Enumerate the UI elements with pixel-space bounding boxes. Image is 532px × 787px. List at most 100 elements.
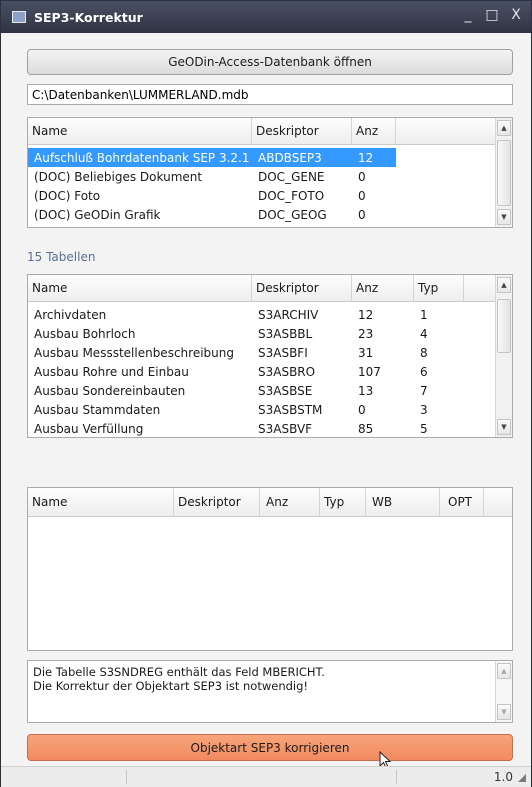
table-row[interactable]: Archivdaten S3ARCHIV 12 1 [28,305,512,324]
column-header-deskriptor[interactable]: Deskriptor [174,488,260,516]
version-label: 1.0 [493,770,513,784]
window-controls: _ □ X [461,7,523,23]
table-row[interactable]: Ausbau Sondereinbauten S3ASBSE 13 7 [28,381,512,400]
fix-object-type-button[interactable]: Objektart SEP3 korrigieren [27,734,513,761]
cell-deskriptor: S3ASBRO [258,364,316,379]
cell-typ: 6 [420,364,428,379]
table-row[interactable]: (DOC) Foto DOC_FOTO 0 [28,186,512,205]
table-row[interactable]: Ausbau Stammdaten S3ASBSTM 0 3 [28,400,512,419]
table-row[interactable]: Aufschluß Bohrdatenbank SEP 3.2.1 ABDBSE… [28,148,396,167]
table-row[interactable]: (DOC) Beliebiges Dokument DOC_GENE 0 [28,167,512,186]
cell-deskriptor: S3ARCHIV [258,307,319,322]
cell-anz: 0 [358,169,366,184]
maximize-icon[interactable]: □ [485,7,499,23]
message-box[interactable]: Die Tabelle S3SNDREG enthält das Feld MB… [27,660,513,723]
cell-anz: 0 [358,207,366,222]
cell-name: Aufschluß Bohrdatenbank SEP 3.2.1 [34,150,250,165]
cell-deskriptor: S3ASBFI [258,345,308,360]
cell-deskriptor: S3ASBSE [258,383,313,398]
fields-grid-header: Name Deskriptor Anz Typ WB OPT [28,488,512,517]
resize-grip-icon[interactable] [518,774,526,782]
scroll-down-icon[interactable]: ▼ [497,209,511,225]
tables-count-label: 15 Tabellen [27,250,96,264]
column-header-anz[interactable]: Anz [260,488,320,516]
cell-deskriptor: DOC_GENE [258,169,325,184]
cell-typ: 5 [420,421,428,436]
cell-name: (DOC) GeODin Grafik [34,207,161,222]
cell-anz: 13 [358,383,374,398]
scroll-up-icon[interactable]: ▲ [497,663,511,679]
cell-typ: 8 [420,345,428,360]
status-separator [126,770,127,784]
column-header-blank [396,118,494,144]
column-header-typ[interactable]: Typ [414,275,464,301]
cell-anz: 0 [358,402,366,417]
column-header-deskriptor[interactable]: Deskriptor [252,118,352,144]
table-row[interactable]: Ausbau Rohre und Einbau S3ASBRO 107 6 [28,362,512,381]
fields-grid[interactable]: Name Deskriptor Anz Typ WB OPT [27,487,513,651]
cell-deskriptor: S3ASBBL [258,326,313,341]
cell-deskriptor: DOC_GEOG [258,207,327,222]
cell-anz: 0 [358,188,366,203]
minimize-icon[interactable]: _ [461,7,475,23]
cell-anz: 85 [358,421,374,436]
status-bar: 1.0 [1,766,531,787]
table-row[interactable]: (DOC) GeODin Grafik DOC_GEOG 0 [28,205,512,224]
column-header-name[interactable]: Name [28,275,252,301]
cell-anz: 31 [358,345,374,360]
table-row[interactable]: Ausbau Verfüllung S3ASBVF 85 5 [28,419,512,437]
cell-name: (DOC) Beliebiges Dokument [34,169,203,184]
objects-grid[interactable]: Name Deskriptor Anz Aufschluß Bohrdatenb… [27,117,513,228]
tables-grid-header: Name Deskriptor Anz Typ [28,275,512,302]
cell-name: Ausbau Stammdaten [34,402,161,417]
cell-anz: 107 [358,364,381,379]
cell-typ: 4 [420,326,428,341]
objects-grid-rows: Aufschluß Bohrdatenbank SEP 3.2.1 ABDBSE… [28,145,512,224]
cell-name: Archivdaten [34,307,107,322]
title-bar[interactable]: SEP3-Korrektur _ □ X [1,1,531,33]
table-row[interactable]: Ausbau Messstellenbeschreibung S3ASBFI 3… [28,343,512,362]
column-header-deskriptor[interactable]: Deskriptor [252,275,352,301]
cell-name: Ausbau Bohrloch [34,326,136,341]
scroll-down-icon[interactable]: ▼ [497,704,511,720]
cell-name: (DOC) Foto [34,188,101,203]
column-header-name[interactable]: Name [28,488,174,516]
cell-name: Ausbau Rohre und Einbau [34,364,189,379]
cell-typ: 3 [420,402,428,417]
column-header-typ[interactable]: Typ [320,488,366,516]
cell-deskriptor: S3ASBSTM [258,402,323,417]
column-header-opt[interactable]: OPT [440,488,484,516]
message-line: Die Tabelle S3SNDREG enthält das Feld MB… [33,665,325,679]
objects-grid-scrollbar[interactable]: ▲ ▼ [495,118,512,227]
tables-grid-scrollbar[interactable]: ▲ ▼ [495,275,512,437]
objects-grid-header: Name Deskriptor Anz [28,118,512,145]
cell-name: Ausbau Messstellenbeschreibung [34,345,234,360]
cell-deskriptor: S3ASBVF [258,421,313,436]
main-window: SEP3-Korrektur _ □ X GeODin-Access-Daten… [0,0,532,787]
cell-anz: 12 [358,150,374,165]
table-row[interactable]: Ausbau Bohrloch S3ASBBL 23 4 [28,324,512,343]
app-icon [12,11,26,23]
column-header-blank [464,275,494,301]
scroll-thumb[interactable] [497,299,511,353]
cell-deskriptor: DOC_FOTO [258,188,325,203]
scroll-up-icon[interactable]: ▲ [497,277,511,293]
scroll-thumb[interactable] [497,140,511,206]
message-line: Die Korrektur der Objektart SEP3 ist not… [33,679,309,693]
column-header-wb[interactable]: WB [366,488,440,516]
database-path-field[interactable] [27,84,513,105]
cell-anz: 12 [358,307,374,322]
open-database-button[interactable]: GeODin-Access-Datenbank öffnen [27,49,513,75]
cell-name: Ausbau Sondereinbauten [34,383,186,398]
tables-grid-rows: Archivdaten S3ARCHIV 12 1 Ausbau Bohrloc… [28,302,512,437]
column-header-anz[interactable]: Anz [352,118,396,144]
scroll-up-icon[interactable]: ▲ [497,120,511,136]
tables-grid[interactable]: Name Deskriptor Anz Typ Archivdaten S3AR… [27,274,513,438]
window-title: SEP3-Korrektur [34,9,143,25]
column-header-name[interactable]: Name [28,118,252,144]
column-header-anz[interactable]: Anz [352,275,414,301]
message-scrollbar[interactable]: ▲ ▼ [495,661,512,722]
close-icon[interactable]: X [509,7,523,23]
scroll-down-icon[interactable]: ▼ [497,419,511,435]
cell-typ: 7 [420,383,428,398]
